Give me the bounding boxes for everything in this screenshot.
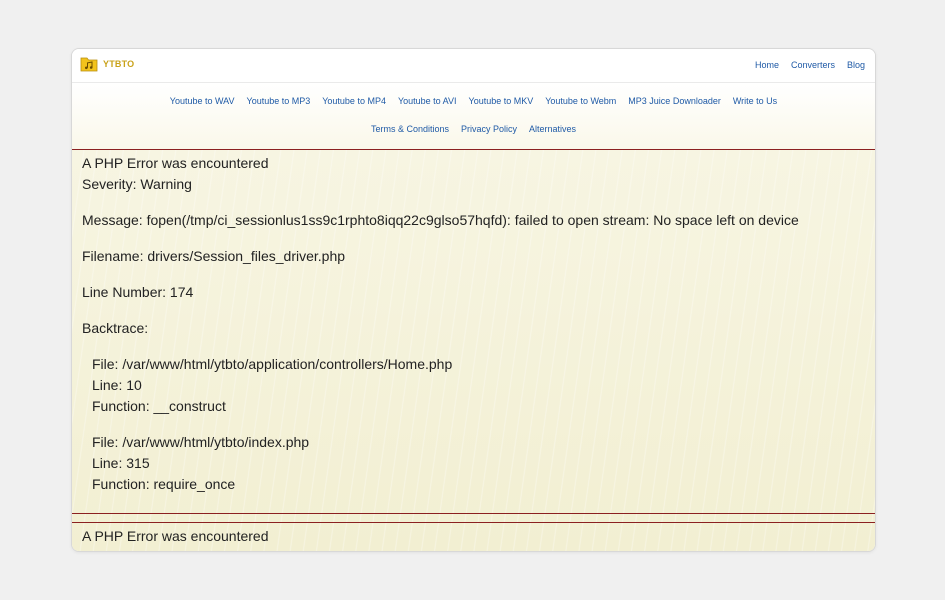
link-youtube-to-mkv[interactable]: Youtube to MKV	[469, 96, 534, 106]
trace-function: Function: require_once	[92, 476, 236, 492]
trace-file: File: /var/www/html/ytbto/application/co…	[92, 356, 453, 372]
error-heading: A PHP Error was encountered	[82, 155, 269, 171]
link-youtube-to-wav[interactable]: Youtube to WAV	[170, 96, 235, 106]
info-links-row: Terms & Conditions Privacy Policy Altern…	[72, 124, 875, 134]
error-severity: Severity: Warning	[82, 176, 192, 192]
error-line-number: Line Number: 174	[82, 284, 194, 300]
link-youtube-to-webm[interactable]: Youtube to Webm	[545, 96, 616, 106]
site-logo[interactable]: YTBTO	[80, 55, 134, 72]
main-content: A PHP Error was encountered Severity: Wa…	[72, 149, 875, 551]
link-alternatives[interactable]: Alternatives	[529, 124, 576, 134]
link-write-to-us[interactable]: Write to Us	[733, 96, 777, 106]
error-message: Message: fopen(/tmp/ci_sessionlus1ss9c1r…	[82, 212, 799, 228]
top-header: YTBTO Home Converters Blog	[72, 49, 875, 83]
php-error-block-2: A PHP Error was encountered	[72, 513, 875, 547]
link-terms-conditions[interactable]: Terms & Conditions	[371, 124, 449, 134]
backtrace-entry: File: /var/www/html/ytbto/index.php Line…	[82, 432, 865, 495]
nav-home-link[interactable]: Home	[755, 60, 779, 70]
converter-nav: Youtube to WAV Youtube to MP3 Youtube to…	[72, 83, 875, 149]
backtrace-label: Backtrace:	[82, 320, 149, 336]
trace-file: File: /var/www/html/ytbto/index.php	[92, 434, 310, 450]
nav-blog-link[interactable]: Blog	[847, 60, 865, 70]
music-folder-icon	[80, 57, 98, 72]
nav-converters-link[interactable]: Converters	[791, 60, 835, 70]
link-youtube-to-mp4[interactable]: Youtube to MP4	[322, 96, 386, 106]
php-error-block: A PHP Error was encountered Severity: Wa…	[72, 149, 875, 495]
link-youtube-to-mp3[interactable]: Youtube to MP3	[247, 96, 311, 106]
trace-line: Line: 10	[92, 377, 142, 393]
error-filename: Filename: drivers/Session_files_driver.p…	[82, 248, 346, 264]
backtrace-entry: File: /var/www/html/ytbto/application/co…	[82, 354, 865, 417]
link-privacy-policy[interactable]: Privacy Policy	[461, 124, 517, 134]
trace-line: Line: 315	[92, 455, 150, 471]
converter-links-row: Youtube to WAV Youtube to MP3 Youtube to…	[72, 96, 875, 106]
logo-text: YTBTO	[103, 58, 135, 69]
link-youtube-to-avi[interactable]: Youtube to AVI	[398, 96, 457, 106]
browser-page: YTBTO Home Converters Blog Youtube to WA…	[71, 48, 876, 552]
error-heading: A PHP Error was encountered	[82, 528, 269, 544]
trace-function: Function: __construct	[92, 398, 226, 414]
top-nav: Home Converters Blog	[755, 60, 865, 70]
link-mp3-juice-downloader[interactable]: MP3 Juice Downloader	[628, 96, 721, 106]
